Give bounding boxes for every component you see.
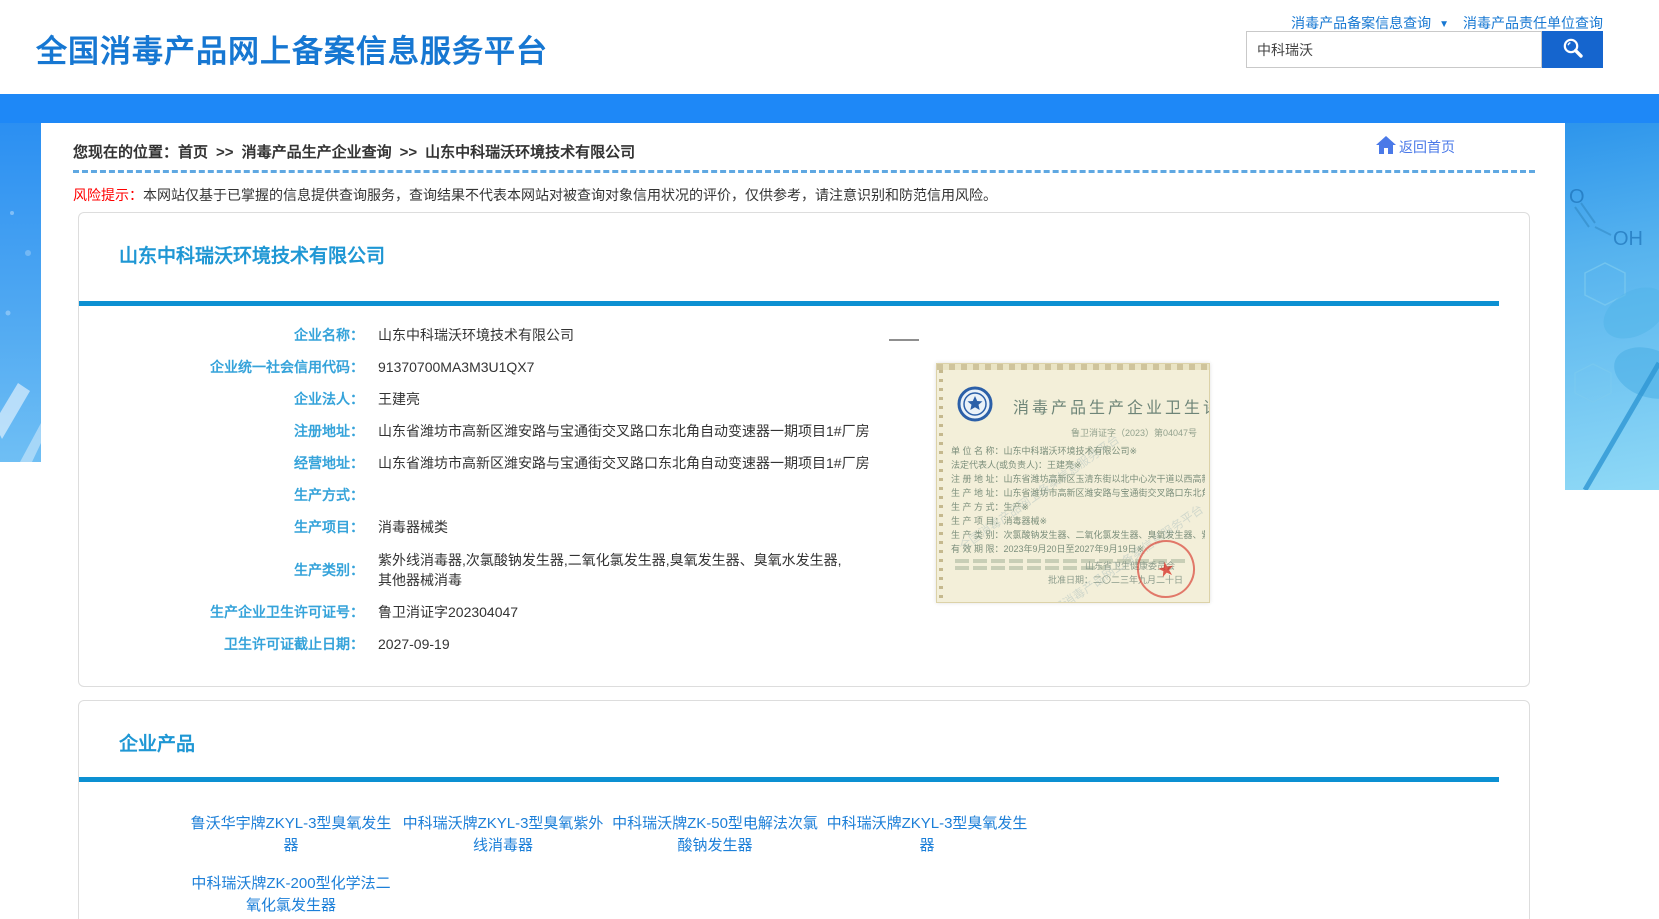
product-link[interactable]: 中科瑞沃牌ZK-50型电解法次氯酸钠发生器 (609, 813, 821, 857)
field-row-business-address: 经营地址： 山东省潍坊市高新区潍安路与宝通街交叉路口东北角自动变速器一期项目1#… (79, 447, 1529, 479)
breadcrumb-separator: >> (216, 144, 234, 161)
risk-notice-text: 本网站仅基于已掌握的信息提供查询服务，查询结果不代表本网站对被查询对象信用状况的… (143, 187, 997, 203)
risk-notice-label: 风险提示： (73, 187, 143, 203)
top-nav: 消毒产品备案信息查询 ▼ 消毒产品责任单位查询 (1291, 13, 1603, 33)
product-link[interactable]: 中科瑞沃牌ZKYL-3型臭氧发生器 (821, 813, 1033, 857)
nav-link-record-info-query[interactable]: 消毒产品备案信息查询 (1291, 15, 1431, 31)
field-row-production-category: 生产类别： 紫外线消毒器,次氯酸钠发生器,二氧化氯发生器,臭氧发生器、臭氧水发生… (79, 543, 1529, 596)
company-fields: 企业名称： 山东中科瑞沃环境技术有限公司 企业统一社会信用代码： 9137070… (79, 319, 1529, 660)
field-row-legal-person: 企业法人： 王建亮 (79, 383, 1529, 415)
breadcrumb-home[interactable]: 首页 (178, 144, 208, 161)
site-title: 全国消毒产品网上备案信息服务平台 (36, 26, 548, 71)
search-button[interactable] (1542, 31, 1603, 68)
products-card-title: 企业产品 (119, 729, 195, 756)
certificate-emblem-icon (957, 386, 993, 427)
banner-right-decoration: O OH (1565, 123, 1659, 490)
field-row-production-project: 生产项目： 消毒器械类 (79, 511, 1529, 543)
title-underline (79, 777, 1499, 782)
svg-text:OH: OH (1613, 228, 1643, 250)
banner-left-decoration (0, 123, 41, 462)
search-icon (1561, 36, 1585, 63)
caret-down-icon[interactable]: ▼ (1439, 19, 1449, 30)
breadcrumb-current: 山东中科瑞沃环境技术有限公司 (425, 144, 635, 161)
back-home-link[interactable]: 返回首页 (1373, 135, 1455, 158)
breadcrumb: 您现在的位置：首页 >> 消毒产品生产企业查询 >> 山东中科瑞沃环境技术有限公司 (73, 141, 635, 162)
field-row-company-name: 企业名称： 山东中科瑞沃环境技术有限公司 (79, 319, 1529, 351)
hygiene-license-certificate-image: 全国消毒产品网上备案信息服务平台 全国消毒产品网上备案信息服务平台 消毒产品生产… (936, 363, 1210, 603)
home-icon (1375, 135, 1397, 158)
risk-notice: 风险提示：本网站仅基于已掌握的信息提供查询服务，查询结果不代表本网站对被查询对象… (73, 185, 997, 205)
product-link[interactable]: 鲁沃华宇牌ZKYL-3型臭氧发生器 (185, 813, 397, 857)
field-row-registered-address: 注册地址： 山东省潍坊市高新区潍安路与宝通街交叉路口东北角自动变速器一期项目1#… (79, 415, 1529, 447)
certificate-number: 鲁卫消证字（2023）第04047号 (1071, 426, 1197, 439)
certificate-border-pattern (937, 364, 1209, 370)
search-input[interactable] (1246, 31, 1542, 68)
certificate-perforation (939, 370, 943, 602)
company-products-card: 企业产品 鲁沃华宇牌ZKYL-3型臭氧发生器 中科瑞沃牌ZKYL-3型臭氧紫外线… (78, 700, 1530, 919)
field-row-license-expiry: 卫生许可证截止日期： 2027-09-19 (79, 628, 1529, 660)
field-row-production-mode: 生产方式： (79, 479, 1529, 511)
dashed-divider (73, 170, 1535, 173)
company-card-title: 山东中科瑞沃环境技术有限公司 (119, 241, 385, 268)
field-row-credit-code: 企业统一社会信用代码： 91370700MA3M3U1QX7 (79, 351, 1529, 383)
product-link[interactable]: 中科瑞沃牌ZK-200型化学法二氧化氯发生器 (185, 873, 397, 917)
breadcrumb-enterprise-query[interactable]: 消毒产品生产企业查询 (242, 144, 392, 161)
scan-artifact-dash (889, 339, 919, 341)
back-home-label: 返回首页 (1399, 137, 1455, 157)
breadcrumb-separator: >> (400, 144, 418, 161)
search-bar (1246, 31, 1603, 68)
nav-link-responsible-unit-query[interactable]: 消毒产品责任单位查询 (1463, 15, 1603, 31)
field-row-hygiene-license-no: 生产企业卫生许可证号： 鲁卫消证字202304047 (79, 596, 1529, 628)
page: 全国消毒产品网上备案信息服务平台 消毒产品备案信息查询 ▼ 消毒产品责任单位查询 (0, 0, 1659, 919)
company-info-card: 山东中科瑞沃环境技术有限公司 企业名称： 山东中科瑞沃环境技术有限公司 企业统一… (78, 212, 1530, 687)
product-link[interactable]: 中科瑞沃牌ZKYL-3型臭氧紫外线消毒器 (397, 813, 609, 857)
product-list: 鲁沃华宇牌ZKYL-3型臭氧发生器 中科瑞沃牌ZKYL-3型臭氧紫外线消毒器 中… (185, 813, 1045, 917)
certificate-title: 消毒产品生产企业卫生许可证 (1013, 394, 1210, 418)
title-underline (79, 301, 1499, 306)
content-panel: 您现在的位置：首页 >> 消毒产品生产企业查询 >> 山东中科瑞沃环境技术有限公司 返回… (41, 123, 1563, 919)
breadcrumb-prefix: 您现在的位置： (73, 144, 178, 161)
header-band (0, 94, 1659, 123)
certificate-fineprint (955, 566, 1105, 570)
